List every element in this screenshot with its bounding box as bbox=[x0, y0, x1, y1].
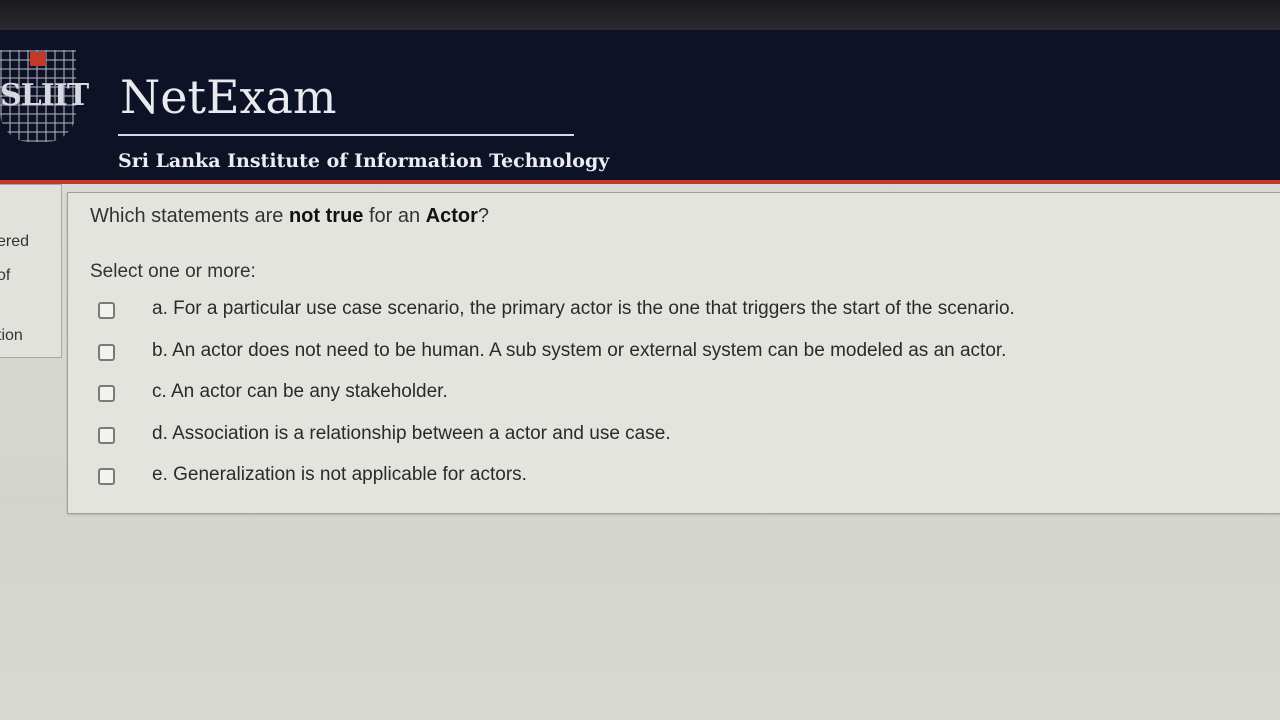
institute-name: Sri Lanka Institute of Information Techn… bbox=[118, 150, 610, 172]
option-b-label[interactable]: b. An actor does not need to be human. A… bbox=[152, 340, 1006, 362]
question-text-part: Which statements are bbox=[90, 205, 289, 227]
question-emphasis-not-true: not true bbox=[288, 205, 364, 227]
option-c-label[interactable]: c. An actor can be any stakeholder. bbox=[152, 381, 448, 403]
logo-emblem-icon bbox=[30, 52, 46, 66]
info-fragment-1: ered bbox=[0, 233, 30, 250]
option-d-checkbox[interactable] bbox=[98, 427, 115, 444]
info-fragment-3[interactable]: tion bbox=[0, 327, 23, 345]
option-a-label[interactable]: a. For a particular use case scenario, t… bbox=[152, 298, 1015, 320]
monitor-bezel bbox=[0, 0, 1280, 30]
question-emphasis-actor: Actor bbox=[425, 205, 478, 227]
question-text-part: for an bbox=[363, 205, 426, 227]
site-header: SLIIT NetExam Sri Lanka Institute of Inf… bbox=[0, 30, 1280, 184]
option-e-checkbox[interactable] bbox=[98, 468, 115, 485]
brand-divider bbox=[118, 134, 574, 136]
screen-glare bbox=[0, 500, 1280, 720]
option-d-label[interactable]: d. Association is a relationship between… bbox=[152, 423, 671, 445]
option-c[interactable]: c. An actor can be any stakeholder. bbox=[98, 379, 1238, 409]
option-b[interactable]: b. An actor does not need to be human. A… bbox=[98, 338, 1238, 368]
brand-title: NetExam bbox=[120, 70, 337, 124]
question-card: Which statements are not true for an Act… bbox=[67, 192, 1280, 514]
quiz-info-panel: ered of tion bbox=[0, 184, 62, 358]
option-a[interactable]: a. For a particular use case scenario, t… bbox=[98, 296, 1238, 326]
question-text: Which statements are not true for an Act… bbox=[90, 205, 489, 228]
option-a-checkbox[interactable] bbox=[98, 302, 115, 319]
option-d[interactable]: d. Association is a relationship between… bbox=[98, 421, 1238, 451]
option-e[interactable]: e. Generalization is not applicable for … bbox=[98, 462, 1238, 492]
info-fragment-2: of bbox=[0, 267, 11, 284]
screen: SLIIT NetExam Sri Lanka Institute of Inf… bbox=[0, 0, 1280, 720]
logo-text: SLIIT bbox=[0, 78, 89, 113]
sliit-logo[interactable]: SLIIT bbox=[0, 50, 89, 142]
question-text-part: ? bbox=[477, 205, 490, 227]
option-e-label[interactable]: e. Generalization is not applicable for … bbox=[152, 464, 527, 486]
option-b-checkbox[interactable] bbox=[98, 344, 115, 361]
answer-prompt: Select one or more: bbox=[90, 261, 256, 282]
option-c-checkbox[interactable] bbox=[98, 385, 115, 402]
